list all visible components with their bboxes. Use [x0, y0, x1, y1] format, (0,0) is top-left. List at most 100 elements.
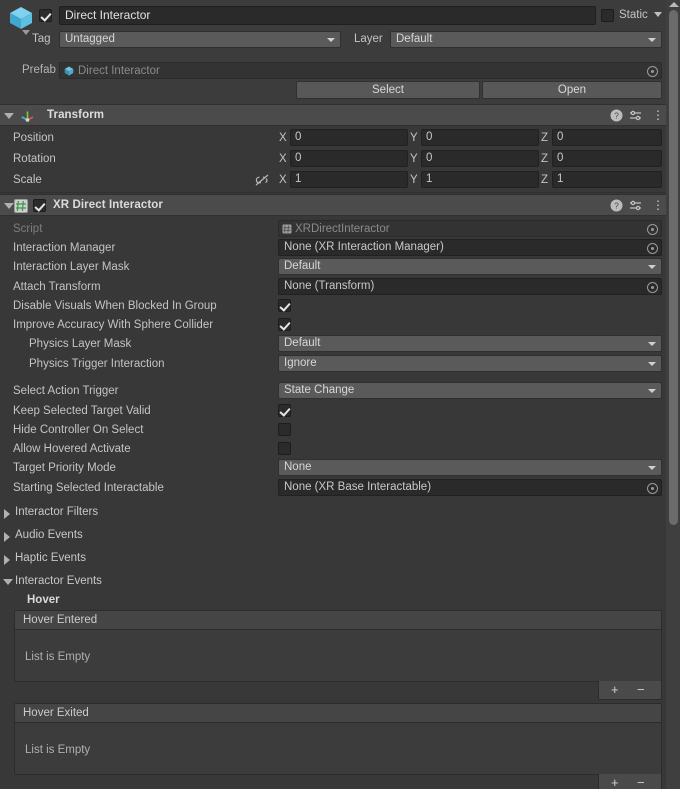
hover-entered-add-button[interactable]: + [611, 683, 619, 697]
gameobject-name-input[interactable]: Direct Interactor [59, 6, 596, 25]
xr-foldout-arrow-icon[interactable] [4, 203, 14, 209]
property-row-interaction-layer-mask: Interaction Layer Mask Default [0, 257, 666, 277]
gameobject-icon-dropdown-icon[interactable] [22, 30, 30, 35]
physics-layer-mask-dropdown[interactable]: Default [278, 335, 662, 352]
gameobject-enabled-checkbox[interactable] [39, 9, 52, 22]
foldout-arrow-icon[interactable] [4, 509, 10, 519]
rotation-y-input[interactable]: 0 [421, 150, 539, 167]
allow-hovered-activate-checkbox[interactable] [278, 442, 291, 455]
foldout-label: Audio Events [15, 529, 83, 541]
disable-visuals-checkbox[interactable] [278, 299, 291, 312]
attach-transform-label: Attach Transform [13, 281, 101, 293]
hover-exited-header: Hover Exited [15, 704, 661, 723]
hover-exited-remove-button[interactable]: − [637, 776, 645, 789]
interaction-manager-label: Interaction Manager [13, 242, 116, 254]
hover-entered-list: Hover Entered List is Empty [14, 610, 662, 682]
improve-accuracy-label: Improve Accuracy With Sphere Collider [13, 319, 214, 331]
prefab-object-field[interactable]: Direct Interactor [59, 62, 662, 79]
target-priority-mode-dropdown[interactable]: None [278, 459, 662, 476]
foldout-arrow-icon[interactable] [4, 532, 10, 542]
object-picker-icon[interactable] [647, 483, 658, 494]
static-label: Static [619, 9, 648, 21]
hover-exited-empty-text: List is Empty [25, 744, 91, 756]
static-dropdown-icon[interactable] [654, 12, 662, 17]
axis-x-label: X [279, 132, 287, 144]
axis-y-label: Y [410, 132, 418, 144]
foldout-label: Interactor Filters [15, 506, 99, 518]
transform-foldout-arrow-icon[interactable] [4, 113, 14, 119]
prefab-value: Direct Interactor [78, 65, 160, 77]
object-picker-icon[interactable] [647, 282, 658, 293]
scale-z-input[interactable]: 1 [552, 171, 662, 188]
attach-transform-value: None (Transform) [284, 280, 375, 292]
axis-y-label: Y [410, 174, 418, 186]
interaction-layer-mask-dropdown[interactable]: Default [278, 258, 662, 275]
chevron-down-icon [648, 362, 656, 366]
xr-component-enabled-checkbox[interactable] [33, 199, 46, 212]
attach-transform-object-field[interactable]: None (Transform) [278, 278, 662, 295]
improve-accuracy-checkbox[interactable] [278, 318, 291, 331]
select-button[interactable]: Select [296, 81, 480, 99]
foldout-label: Haptic Events [15, 552, 86, 564]
foldout-arrow-icon[interactable] [4, 555, 10, 565]
preset-icon[interactable] [629, 110, 642, 125]
help-icon[interactable]: ? [610, 109, 623, 125]
tag-value: Untagged [65, 33, 115, 45]
foldout-haptic-events[interactable]: Haptic Events [0, 548, 666, 571]
kebab-menu-icon[interactable]: ⋮ [652, 199, 664, 211]
interaction-manager-object-field[interactable]: None (XR Interaction Manager) [278, 239, 662, 256]
keep-selected-target-valid-checkbox[interactable] [278, 404, 291, 417]
foldout-arrow-icon[interactable] [3, 579, 13, 585]
preset-icon[interactable] [629, 200, 642, 215]
hover-entered-remove-button[interactable]: − [637, 683, 645, 697]
foldout-interactor-filters[interactable]: Interactor Filters [0, 502, 666, 525]
static-checkbox[interactable] [601, 9, 614, 22]
interaction-manager-value: None (XR Interaction Manager) [284, 241, 444, 253]
hover-entered-empty-text: List is Empty [25, 651, 91, 663]
rotation-z-input[interactable]: 0 [552, 150, 662, 167]
transform-scale-label: Scale [13, 174, 42, 186]
axis-x-label: X [279, 153, 287, 165]
object-picker-icon[interactable] [647, 243, 658, 254]
scrollbar-thumb[interactable] [669, 10, 678, 525]
scale-x-input[interactable]: 1 [290, 171, 408, 188]
scroll-up-arrow-icon[interactable] [669, 2, 679, 7]
open-button[interactable]: Open [482, 81, 662, 99]
prefab-asset-icon [64, 66, 74, 76]
scale-y-input[interactable]: 1 [421, 171, 539, 188]
position-y-input[interactable]: 0 [421, 129, 539, 146]
hover-entered-list-footer: + − [598, 681, 662, 700]
hover-entered-title: Hover Entered [23, 614, 98, 626]
select-action-trigger-dropdown[interactable]: State Change [278, 382, 662, 399]
starting-selected-interactable-object-field[interactable]: None (XR Base Interactable) [278, 479, 662, 496]
help-icon[interactable]: ? [610, 199, 623, 215]
position-x-input[interactable]: 0 [290, 129, 408, 146]
property-row-select-action-trigger: Select Action Trigger State Change [0, 381, 666, 401]
xr-header-icons[interactable]: ? ⋮ [596, 199, 664, 215]
tag-dropdown[interactable]: Untagged [59, 31, 341, 48]
transform-icon [20, 109, 35, 124]
xr-direct-interactor-component-header[interactable]: XR Direct Interactor ? ⋮ [0, 194, 666, 216]
physics-trigger-interaction-dropdown[interactable]: Ignore [278, 355, 662, 372]
hide-controller-on-select-checkbox[interactable] [278, 423, 291, 436]
constrain-proportions-off-icon[interactable] [255, 174, 269, 189]
hover-exited-add-button[interactable]: + [611, 776, 619, 789]
transform-header-icons[interactable]: ? ⋮ [596, 109, 664, 125]
layer-dropdown[interactable]: Default [390, 31, 662, 48]
hover-exited-list-footer: + − [598, 774, 662, 789]
foldout-audio-events[interactable]: Audio Events [0, 525, 666, 548]
transform-component-header[interactable]: Transform ? ⋮ [0, 104, 666, 126]
rotation-x-input[interactable]: 0 [290, 150, 408, 167]
kebab-menu-icon[interactable]: ⋮ [652, 109, 664, 121]
property-row-physics-trigger-interaction: Physics Trigger Interaction Ignore [0, 354, 666, 374]
foldout-interactor-events[interactable]: Interactor Events [0, 571, 666, 594]
prefab-object-picker-icon[interactable] [647, 66, 658, 77]
script-value: XRDirectInteractor [295, 223, 390, 235]
inspector-scrollbar[interactable] [666, 0, 680, 789]
layer-value: Default [396, 33, 433, 45]
xr-component-title: XR Direct Interactor [53, 199, 164, 211]
chevron-down-icon [648, 389, 656, 393]
position-z-input[interactable]: 0 [552, 129, 662, 146]
hide-controller-on-select-label: Hide Controller On Select [13, 424, 144, 436]
chevron-down-icon [648, 342, 656, 346]
